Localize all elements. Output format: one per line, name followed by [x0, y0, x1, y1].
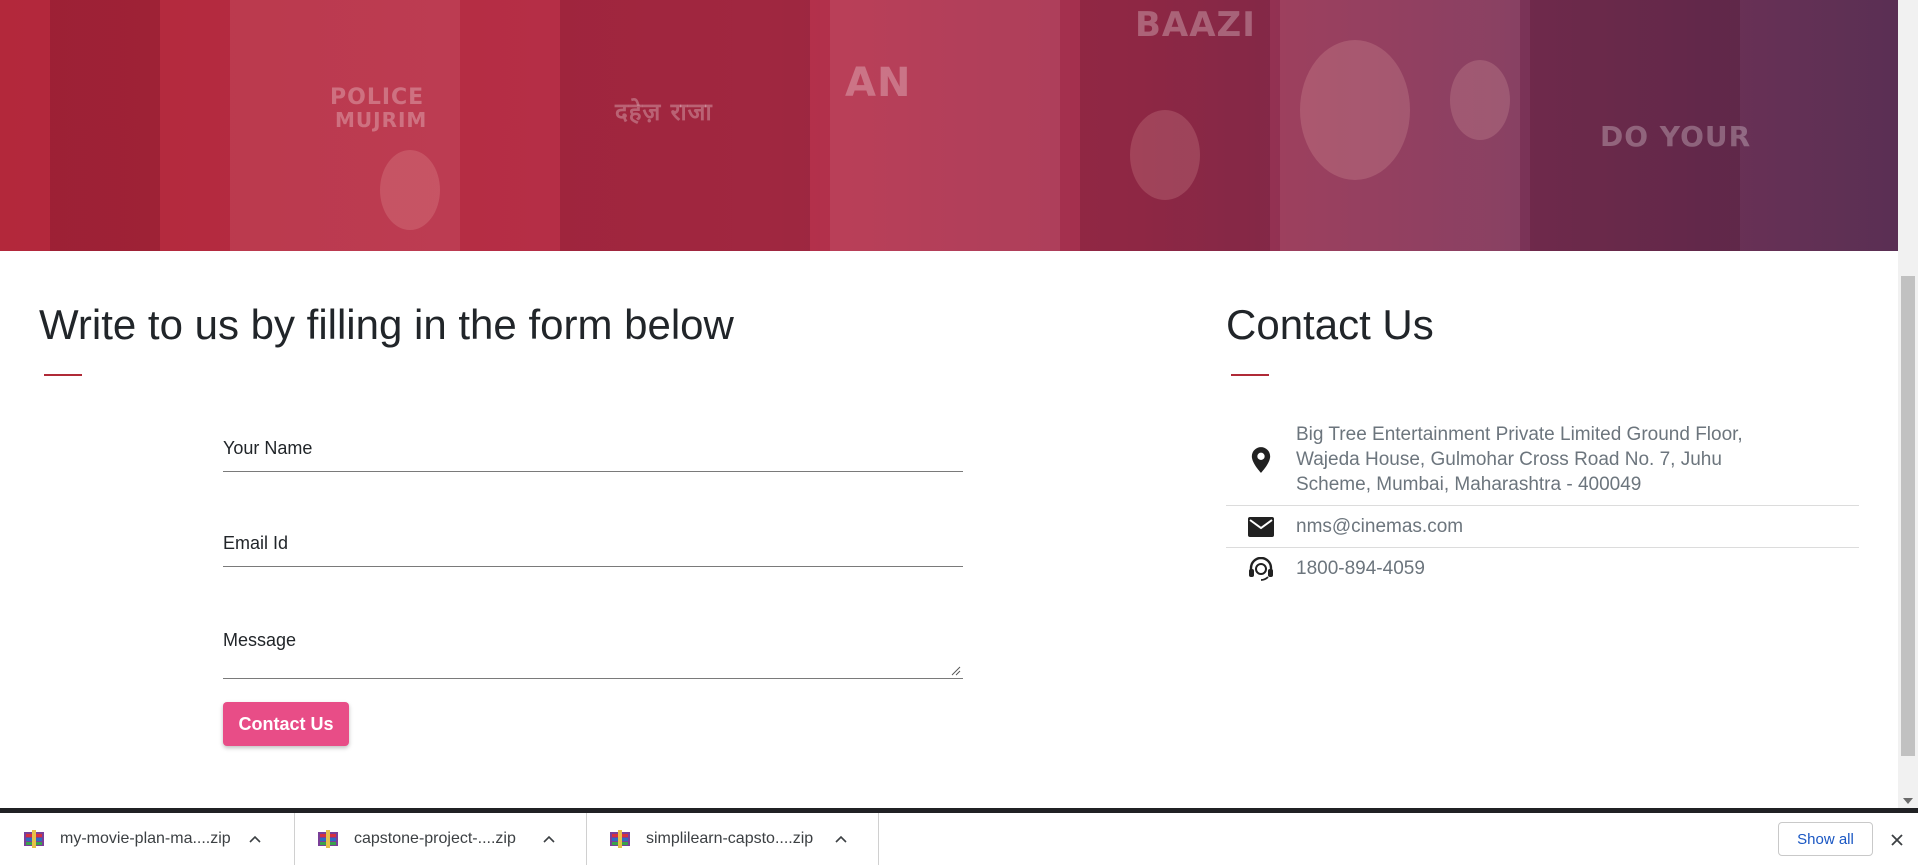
poster-text: BAAZI — [1135, 5, 1256, 45]
contact-list: Big Tree Entertainment Private Limited G… — [1226, 414, 1859, 589]
poster-face — [1300, 40, 1410, 180]
download-filename: simplilearn-capsto....zip — [646, 830, 814, 847]
title-underline — [44, 374, 82, 377]
name-label: Your Name — [223, 438, 313, 458]
location-pin-icon — [1226, 446, 1296, 474]
name-field[interactable]: Your Name — [223, 438, 963, 472]
close-icon[interactable] — [1888, 831, 1906, 849]
scroll-thumb[interactable] — [1901, 276, 1915, 756]
form-title: Write to us by filling in the form below — [39, 301, 734, 348]
poster-text: DO YOUR — [1600, 120, 1752, 153]
download-filename: capstone-project-....zip — [354, 830, 516, 847]
zip-archive-icon — [24, 830, 44, 848]
show-all-button[interactable]: Show all — [1778, 822, 1873, 856]
chevron-up-icon[interactable] — [831, 835, 851, 843]
contact-phone: 1800-894-4059 — [1226, 548, 1859, 589]
poster-text: POLICE — [330, 85, 425, 110]
contact-email: nms@cinemas.com — [1226, 506, 1859, 548]
download-bar: my-movie-plan-ma....zip capstone-project… — [0, 808, 1918, 865]
email-label: Email Id — [223, 533, 289, 553]
headset-icon — [1226, 556, 1296, 581]
zip-archive-icon — [318, 830, 338, 848]
hero-banner: POLICE MUJRIM दहेज़ राजा BAAZI AN DO YOU… — [0, 0, 1898, 251]
download-filename: my-movie-plan-ma....zip — [60, 830, 231, 847]
download-item[interactable]: simplilearn-capsto....zip — [586, 813, 879, 865]
address-text: Big Tree Entertainment Private Limited G… — [1296, 424, 1743, 495]
message-label: Message — [223, 630, 297, 650]
poster-text: AN — [845, 60, 912, 106]
resize-grip-icon[interactable] — [951, 666, 961, 676]
email-text: nms@cinemas.com — [1296, 516, 1464, 537]
mail-icon — [1226, 516, 1296, 537]
poster-face — [380, 150, 440, 230]
poster-face — [1130, 110, 1200, 200]
contact-us-button[interactable]: Contact Us — [223, 702, 349, 746]
message-field[interactable]: Message — [223, 630, 963, 679]
contact-address: Big Tree Entertainment Private Limited G… — [1226, 414, 1859, 506]
chevron-up-icon[interactable] — [245, 835, 265, 843]
title-underline — [1231, 374, 1269, 377]
chevron-up-icon[interactable] — [539, 835, 559, 843]
contact-title: Contact Us — [1226, 301, 1434, 348]
poster-text: दहेज़ राजा — [615, 98, 713, 126]
zip-archive-icon — [610, 830, 630, 848]
contact-info-section: Contact Us Big Tree Entertainment Privat… — [1226, 300, 1859, 581]
download-item[interactable]: my-movie-plan-ma....zip — [0, 813, 295, 865]
poster-face — [1450, 60, 1510, 140]
scroll-down-arrow-icon[interactable] — [1903, 798, 1913, 804]
contact-form-section: Write to us by filling in the form below… — [39, 300, 1139, 746]
download-item[interactable]: capstone-project-....zip — [294, 813, 587, 865]
poster-image — [830, 0, 1060, 251]
page-scrollbar[interactable] — [1898, 0, 1918, 808]
poster-image — [50, 0, 160, 251]
poster-text: MUJRIM — [335, 108, 428, 132]
phone-text: 1800-894-4059 — [1296, 558, 1425, 579]
email-field[interactable]: Email Id — [223, 533, 963, 567]
